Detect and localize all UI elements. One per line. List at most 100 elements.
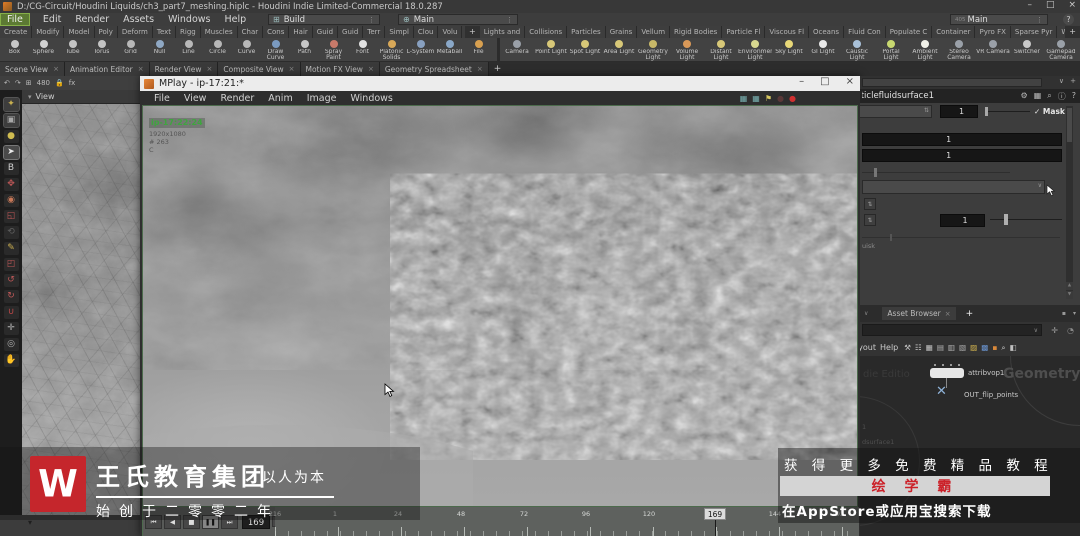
shelf-tab[interactable]: Create [0, 26, 33, 38]
param-value-field[interactable]: 1 [940, 105, 978, 118]
shelf-tab[interactable]: Volu [438, 26, 463, 38]
lock-icon[interactable]: 🔒 [55, 79, 64, 87]
shelf-tab[interactable]: Rigg [176, 26, 201, 38]
param-dropdown[interactable]: ∨ [862, 180, 1045, 194]
viewport-tool-icon[interactable]: ⟲ [3, 226, 19, 239]
network-path-combo[interactable]: ∨ [862, 324, 1042, 336]
viewport-tool-icon[interactable]: ▣ [2, 113, 20, 128]
shelf-tab[interactable]: Wires [1057, 26, 1066, 38]
viewport-tool-icon[interactable]: ◉ [3, 194, 19, 207]
shelf-tab[interactable]: Modify [32, 26, 65, 38]
layout-icon[interactable]: ▪ [1062, 310, 1066, 317]
shelf-tab[interactable]: Populate C [885, 26, 933, 38]
network-tool-icon[interactable]: ⚒ [904, 343, 911, 353]
shelf-tab[interactable]: Oceans [809, 26, 845, 38]
network-tool-icon[interactable]: ▤ [937, 343, 944, 353]
network-tool-icon[interactable]: ◧ [1010, 343, 1017, 353]
redo-icon[interactable]: ↷ [15, 79, 21, 87]
network-tool-icon[interactable]: ▩ [981, 343, 988, 353]
pane-tab[interactable]: Render View × [149, 62, 219, 76]
snapshot-icon[interactable]: ◔ [1067, 326, 1074, 335]
shelf-tool[interactable]: Caustic Light [840, 38, 874, 61]
shelf-tool[interactable]: L-System [406, 38, 435, 61]
shelf-tab[interactable]: Char [237, 26, 264, 38]
close-icon[interactable]: × [289, 65, 295, 73]
shelf-tool[interactable]: Camera [500, 38, 534, 61]
shelf-tab[interactable]: Hair [289, 26, 313, 38]
viewport-tool-icon[interactable]: ● [3, 130, 19, 143]
viewport-tool-icon[interactable]: ✛ [3, 322, 19, 335]
shelf-tab[interactable]: Text [152, 26, 177, 38]
shelf-tool[interactable]: File [464, 38, 493, 61]
close-icon[interactable]: × [207, 65, 213, 73]
maximize-button[interactable]: □ [1046, 0, 1055, 10]
shelf-tool[interactable]: Metaball [435, 38, 464, 61]
viewport-tool-icon[interactable]: ✋ [3, 354, 19, 367]
network-tool-icon[interactable]: ▥ [948, 343, 955, 353]
add-shelf-tab-button[interactable]: + [1065, 26, 1080, 38]
chevron-down-icon[interactable]: ∨ [864, 310, 868, 317]
shelf-tab[interactable]: Grains [605, 26, 638, 38]
shelf-tool[interactable]: Stereo Camera [942, 38, 976, 61]
shelf-tab[interactable]: Deform [117, 26, 153, 38]
viewport-tool-icon[interactable]: ↻ [3, 290, 19, 303]
shelf-tool[interactable]: Portal Light [874, 38, 908, 61]
grid-icon[interactable]: ⊞ [26, 79, 32, 87]
shelf-tab[interactable]: Container [932, 26, 976, 38]
shelf-tool[interactable]: Volume Light [670, 38, 704, 61]
add-pane-tab-button[interactable]: + [966, 309, 974, 319]
stepper-button[interactable]: ⇅ [864, 198, 876, 210]
shelf-tool[interactable]: GI Light [806, 38, 840, 61]
network-tool-icon[interactable]: ▦ [926, 343, 933, 353]
shelf-tool[interactable]: Geometry Light [636, 38, 670, 61]
scroll-down-button[interactable]: ▼ [1066, 291, 1073, 299]
shelf-tab[interactable]: Poly [94, 26, 118, 38]
network-tool-icon[interactable]: ▪ [992, 343, 997, 353]
param-header-icon[interactable]: ? [1072, 91, 1076, 102]
shelf-tool[interactable]: Platonic Solids [377, 38, 406, 61]
mplay-menu-windows[interactable]: Windows [344, 93, 398, 104]
param-slider[interactable] [990, 214, 1062, 225]
shelf-tool[interactable]: Path [290, 38, 319, 61]
mplay-toolbar-icon[interactable]: ▦ [740, 94, 748, 103]
scroll-up-button[interactable]: ▲ [1066, 282, 1073, 290]
shelf-tool[interactable]: Gamepad Camera [1044, 38, 1078, 61]
mplay-menu-view[interactable]: View [178, 93, 213, 104]
shelf-tab[interactable]: Lights and [479, 26, 526, 38]
shelf-tool[interactable]: Switcher [1010, 38, 1044, 61]
shelf-tab[interactable]: Guid [338, 26, 364, 38]
param-value-field[interactable]: 1 [862, 133, 1062, 146]
mplay-toolbar-icon[interactable]: ● [777, 94, 784, 103]
pane-tab[interactable]: Geometry Spreadsheet × [379, 62, 489, 76]
pin-icon[interactable]: ✛ [1051, 326, 1058, 335]
shelf-tool[interactable]: Draw Curve [261, 38, 290, 61]
network-tool-icon[interactable]: ⌕ [1001, 343, 1005, 353]
shelf-tab[interactable]: Model [64, 26, 95, 38]
add-shelf-tab-button[interactable]: + [465, 26, 480, 38]
mplay-toolbar-icon[interactable]: ⚑ [765, 94, 772, 103]
network-tool-icon[interactable]: ▧ [959, 343, 966, 353]
param-slider[interactable] [862, 233, 1060, 242]
shelf-tool[interactable]: VR Camera [976, 38, 1010, 61]
param-value-field[interactable]: 1 [940, 214, 985, 227]
shelf-tool[interactable]: Curve [232, 38, 261, 61]
shelf-tab[interactable]: Particle Fl [722, 26, 766, 38]
menu-render[interactable]: Render [68, 14, 116, 25]
shelf-tab[interactable]: Simpl [385, 26, 414, 38]
mask-checkbox[interactable]: ✓ Mask [1034, 107, 1065, 116]
desktop-selector[interactable]: ⊞ Build ⋮ [268, 14, 380, 25]
mplay-toolbar-icon[interactable]: ▦ [752, 94, 760, 103]
shelf-tool[interactable]: Grid [116, 38, 145, 61]
close-button[interactable]: × [1068, 0, 1076, 10]
shelf-tool[interactable]: Sky Light [772, 38, 806, 61]
shelf-tab[interactable]: Sparse Pyr [1010, 26, 1058, 38]
mplay-titlebar[interactable]: MPlay - ip-17:21:* – □ × [140, 76, 860, 91]
mplay-menu-file[interactable]: File [148, 93, 176, 104]
scene-selector[interactable]: ⊕ Main ⋮ [398, 14, 518, 25]
shelf-tab[interactable]: Particles [567, 26, 606, 38]
param-scrollbar[interactable] [1066, 106, 1073, 291]
take-selector[interactable]: 405 Main ⋮ [950, 14, 1048, 25]
shelf-tool[interactable]: Sphere [29, 38, 58, 61]
shelf-tab[interactable]: Muscles [200, 26, 238, 38]
mplay-menu-render[interactable]: Render [214, 93, 260, 104]
